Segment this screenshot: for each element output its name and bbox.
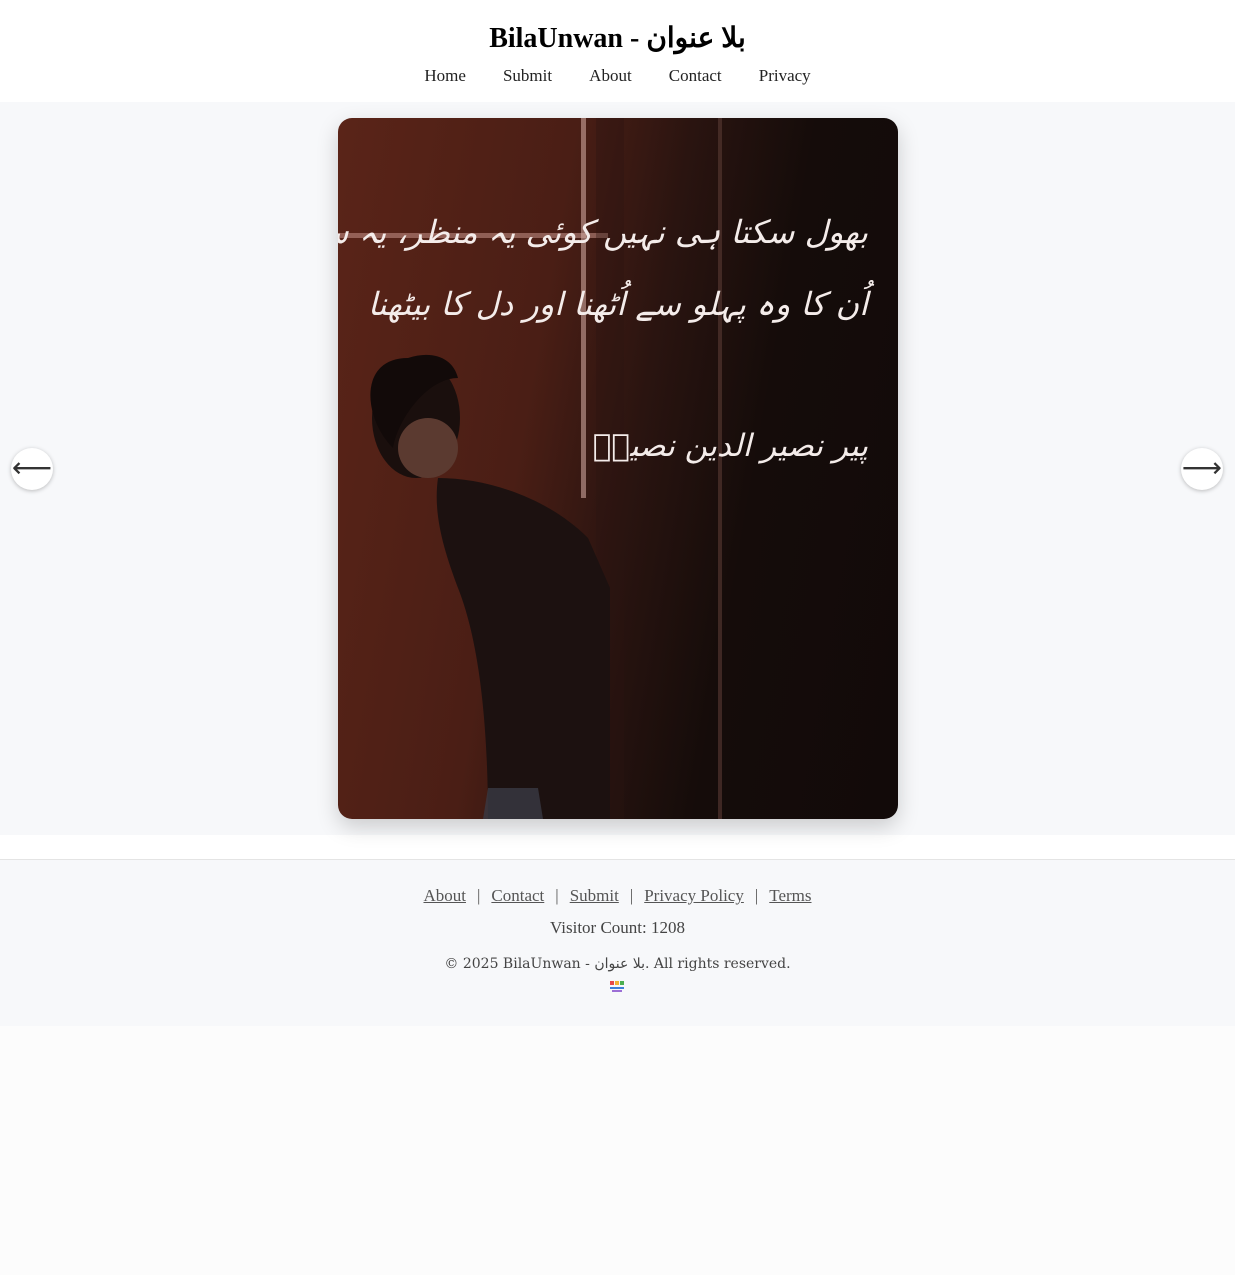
section-divider [0,835,1235,860]
footer-link-submit[interactable]: Submit [570,886,619,905]
poem-line-2: اُن کا وہ پہلو سے اُٹھنا اور دل کا بیٹھن… [367,285,868,323]
site-title: BilaUnwan - بلا عنوان [489,23,746,54]
footer-separator: | [754,886,759,905]
prev-slide-button[interactable]: ⟵ [11,448,53,490]
arrow-right-icon: ⟶ [1181,450,1223,484]
footer-separator: | [476,886,481,905]
footer-link-terms[interactable]: Terms [769,886,811,905]
footer-link-privacy-policy[interactable]: Privacy Policy [644,886,744,905]
footer-separator: | [629,886,634,905]
next-slide-button[interactable]: ⟶ [1181,448,1223,490]
poem-line-1: بھول سکتا ہی نہیں کوئی یہ منظر، یہ سماں [338,213,868,251]
poet-name: پیر نصیر الدین نصیرؔ [592,428,868,464]
footer-separator: | [555,886,559,905]
site-footer: About | Contact | Submit | Privacy Policy | Term… [0,860,1235,1026]
footer-links: About | Contact | Submit | Privacy Policy | Term… [0,886,1235,906]
nav-home[interactable]: Home [424,66,466,85]
poetry-carousel: ⟵ بھول سکتا ہی نہیں کوئی یہ منظر، یہ سما… [0,102,1235,835]
poem-text: بھول سکتا ہی نہیں کوئی یہ منظر، یہ سماں … [338,196,868,464]
footer-link-contact[interactable]: Contact [491,886,544,905]
nav-contact[interactable]: Contact [669,66,722,85]
nav-about[interactable]: About [589,66,632,85]
footer-badge-icon [609,981,624,992]
main-nav: Home Submit About Contact Privacy [0,66,1235,86]
nav-submit[interactable]: Submit [503,66,552,85]
site-header: BilaUnwan - بلا عنوان Home Submit About … [0,0,1235,102]
poetry-slide-image: بھول سکتا ہی نہیں کوئی یہ منظر، یہ سماں … [338,118,898,819]
footer-link-about[interactable]: About [423,886,466,905]
visitor-count: Visitor Count: 1208 [550,918,685,937]
copyright-text: © 2025 BilaUnwan - بلا عنوان. All rights… [444,956,791,972]
arrow-left-icon: ⟵ [11,450,53,484]
nav-privacy[interactable]: Privacy [759,66,811,85]
